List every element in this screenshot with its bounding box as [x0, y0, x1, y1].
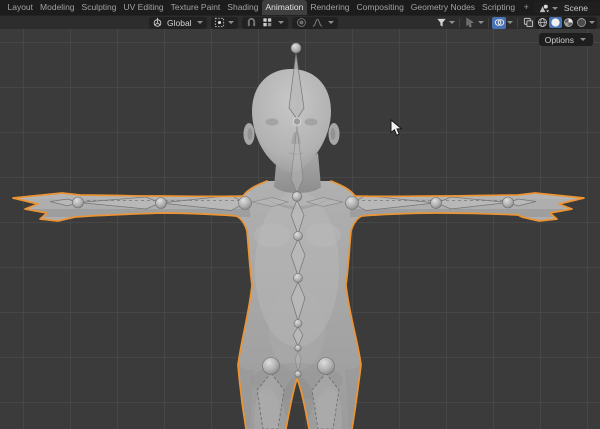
- proportional-editing-toggle[interactable]: [295, 17, 309, 29]
- joint-wrist-left[interactable]: [73, 197, 84, 208]
- mouse-cursor-icon: [390, 119, 404, 137]
- transform-orientation-dropdown[interactable]: Global: [149, 17, 207, 29]
- shading-rendered-icon: [576, 17, 587, 28]
- tab-modeling[interactable]: Modeling: [37, 0, 79, 15]
- options-chevron-icon: [580, 38, 586, 41]
- scene-dropdown-chevron-icon: [552, 7, 558, 10]
- joint-elbow-right[interactable]: [431, 198, 442, 209]
- toggle-xray-button[interactable]: [521, 17, 535, 29]
- tab-geometry-nodes[interactable]: Geometry Nodes: [407, 0, 478, 15]
- shading-rendered-button[interactable]: [575, 17, 588, 28]
- viewport-header-right: [434, 17, 597, 29]
- ear-left-shadow: [248, 128, 253, 140]
- joint-spine-3[interactable]: [294, 320, 302, 328]
- tab-texture-paint[interactable]: Texture Paint: [167, 0, 224, 15]
- snap-target-button[interactable]: [261, 17, 275, 29]
- pivot-point-dropdown[interactable]: [211, 17, 238, 29]
- blender-window: { "topbar": { "tabs": [ {"label": "Layou…: [0, 0, 600, 429]
- toggle-xray-icon: [523, 17, 534, 28]
- visibility-filter-chevron-icon: [449, 21, 455, 24]
- options-button[interactable]: Options: [539, 33, 593, 46]
- shading-solid-icon: [550, 17, 561, 28]
- show-gizmos-icon: [465, 17, 476, 28]
- workspace-tabs: LayoutModelingSculptingUV EditingTexture…: [4, 0, 519, 15]
- tab-rendering[interactable]: Rendering: [307, 0, 353, 15]
- show-overlays-toggle[interactable]: [492, 17, 506, 29]
- shading-solid-button[interactable]: [549, 17, 562, 28]
- shading-wireframe-icon: [537, 17, 548, 28]
- joint-hip-left[interactable]: [263, 358, 280, 375]
- joint-spine-2[interactable]: [294, 274, 303, 283]
- snapping-controls: [242, 17, 288, 29]
- scene-name: Scene: [561, 3, 588, 13]
- show-overlays-icon: [494, 17, 505, 28]
- viewport-header: Global: [0, 15, 600, 29]
- shading-chevron-icon: [589, 21, 595, 24]
- viewport-3d[interactable]: Options: [0, 29, 600, 429]
- viewport-shading-group: [535, 17, 597, 29]
- tab-shading[interactable]: Shading: [224, 0, 262, 15]
- pivot-chevron-icon: [228, 21, 234, 24]
- gizmos-chevron-icon: [478, 21, 484, 24]
- head-shape: [252, 69, 331, 172]
- tab-animation[interactable]: Animation: [262, 0, 307, 15]
- tab-compositing[interactable]: Compositing: [353, 0, 407, 15]
- proportional-falloff-button[interactable]: [311, 17, 325, 29]
- proportional-editing-controls: [292, 17, 338, 29]
- overlays-chevron-icon: [507, 21, 513, 24]
- tab-scripting[interactable]: Scripting: [479, 0, 519, 15]
- separator: [459, 18, 460, 28]
- topbar: LayoutModelingSculptingUV EditingTexture…: [0, 0, 600, 15]
- visibility-filter-icon: [436, 17, 447, 28]
- shading-material-preview-button[interactable]: [562, 17, 575, 28]
- tab-uv-editing[interactable]: UV Editing: [120, 0, 167, 15]
- separator: [488, 18, 489, 28]
- object-visibility-filter-button[interactable]: [434, 17, 448, 29]
- add-workspace-button[interactable]: +: [519, 0, 534, 15]
- joint-head-base-ring[interactable]: [293, 118, 301, 126]
- orientation-chevron-icon: [197, 21, 203, 24]
- show-gizmos-toggle[interactable]: [463, 17, 477, 29]
- joint-shoulder-left[interactable]: [239, 197, 252, 210]
- joint-pelvis[interactable]: [295, 371, 301, 377]
- joint-spine-4[interactable]: [295, 345, 301, 351]
- character-model-with-armature[interactable]: [0, 29, 600, 429]
- snap-increment-icon: [262, 17, 273, 28]
- joint-neck-base[interactable]: [292, 192, 302, 202]
- eye-right: [305, 118, 318, 125]
- tab-sculpting[interactable]: Sculpting: [78, 0, 120, 15]
- eye-left: [266, 118, 279, 125]
- shading-material-preview-icon: [563, 17, 574, 28]
- tab-layout[interactable]: Layout: [4, 0, 37, 15]
- joint-elbow-left[interactable]: [156, 198, 167, 209]
- shading-wireframe-button[interactable]: [536, 17, 549, 28]
- joint-wrist-right[interactable]: [503, 197, 514, 208]
- orientation-globe-icon: [152, 17, 163, 28]
- pivot-point-icon: [214, 17, 225, 28]
- joint-spine-1[interactable]: [294, 232, 303, 241]
- snap-toggle-button[interactable]: [245, 17, 259, 29]
- options-label: Options: [545, 35, 574, 45]
- snap-chevron-icon: [278, 21, 284, 24]
- ear-right-shadow: [331, 128, 336, 140]
- scene-selector[interactable]: Scene: [534, 2, 600, 14]
- proportional-editing-icon: [296, 17, 307, 28]
- falloff-curve-icon: [312, 17, 323, 28]
- joint-head-top[interactable]: [291, 43, 301, 53]
- joint-hip-right[interactable]: [318, 358, 335, 375]
- orientation-value: Global: [165, 18, 194, 28]
- falloff-chevron-icon: [328, 21, 334, 24]
- separator: [517, 18, 518, 28]
- scene-icon: [538, 3, 549, 14]
- snap-magnet-icon: [246, 17, 257, 28]
- joint-shoulder-right[interactable]: [346, 197, 359, 210]
